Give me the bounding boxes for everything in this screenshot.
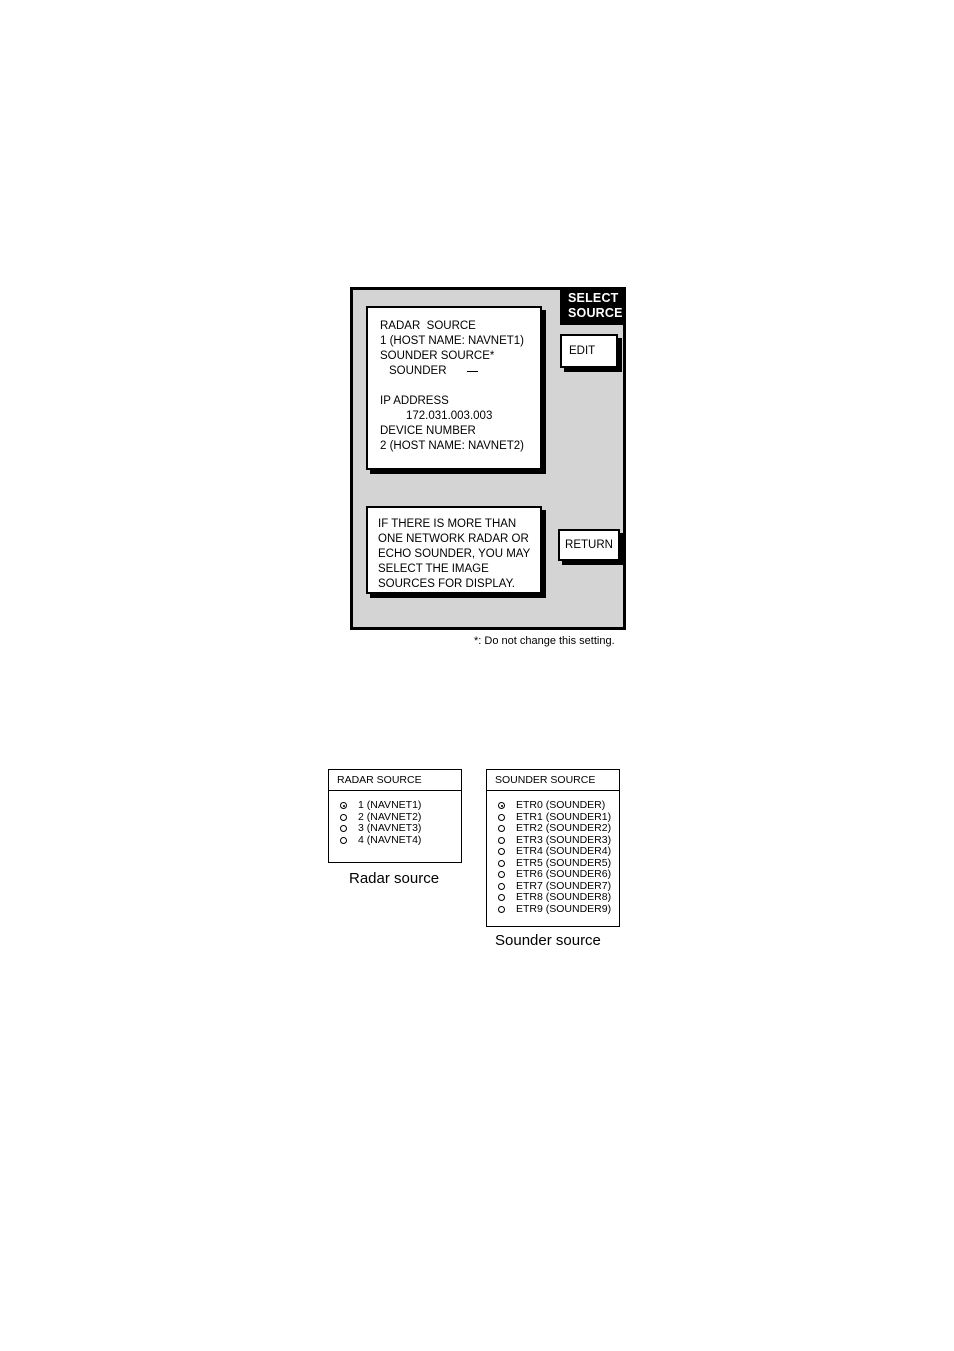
help-line: IF THERE IS MORE THAN (378, 518, 517, 530)
return-button[interactable]: RETURN (558, 529, 620, 561)
source-list-item[interactable]: ETR8 (SOUNDER8) (487, 891, 619, 904)
radio-unselected-icon[interactable] (498, 825, 505, 833)
source-list-item[interactable]: ETR6 (SOUNDER6) (487, 868, 619, 881)
radio-unselected-icon[interactable] (340, 813, 347, 821)
source-list-item[interactable]: ETR2 (SOUNDER2) (487, 822, 619, 835)
sounder-source-caption: Sounder source (495, 932, 601, 949)
source-list-item[interactable]: ETR9 (SOUNDER9) (487, 902, 619, 916)
radar-source-caption: Radar source (349, 870, 440, 887)
source-list-item-label: 3 (NAVNET3) (358, 822, 422, 834)
source-list-item[interactable]: 4 (NAVNET4) (329, 833, 461, 847)
sounder-source-row: SOUNDER (380, 364, 540, 379)
radar-source-list: 1 (NAVNET1) 2 (NAVNET2) 3 (NAVNET3) 4 (NAVN… (329, 791, 461, 846)
sounder-source-dialog: SOUNDER SOURCE ETR0 (SOUNDER) ETR1 (SOUND… (486, 769, 620, 927)
source-list-item-label: ETR9 (SOUNDER9) (516, 902, 612, 915)
source-list-item[interactable]: ETR0 (SOUNDER) (487, 799, 619, 812)
radio-selected-icon[interactable] (498, 802, 505, 810)
radio-unselected-icon[interactable] (498, 905, 505, 913)
radio-unselected-icon[interactable] (498, 813, 505, 821)
radar-source-label: RADAR SOURCE (380, 320, 476, 332)
text-cursor-icon (466, 371, 478, 372)
radio-unselected-icon[interactable] (340, 825, 347, 833)
radio-unselected-icon[interactable] (498, 871, 505, 879)
help-line: ECHO SOUNDER, YOU MAY (378, 548, 531, 560)
sounder-source-dialog-title: SOUNDER SOURCE (487, 770, 619, 791)
footnote: *: Do not change this setting. (474, 635, 615, 647)
device-number-value: 2 (HOST NAME: NAVNET2) (380, 440, 524, 452)
source-list-item-label: ETR2 (SOUNDER2) (516, 822, 612, 834)
sounder-source-label: SOUNDER SOURCE* (380, 350, 495, 362)
source-list-item-label: 1 (NAVNET1) (358, 799, 422, 811)
edit-button-label: EDIT (569, 345, 596, 357)
return-button-label: RETURN (565, 539, 613, 551)
sounder-source-value: SOUNDER (389, 365, 447, 377)
device-number-label: DEVICE NUMBER (380, 425, 476, 437)
source-list-item[interactable]: 3 (NAVNET3) (329, 822, 461, 835)
source-list-item-label: ETR0 (SOUNDER) (516, 799, 606, 811)
edit-button[interactable]: EDIT (560, 334, 618, 368)
radio-unselected-icon[interactable] (498, 836, 505, 844)
help-line: SOURCES FOR DISPLAY. (378, 578, 515, 590)
radar-source-dialog-title: RADAR SOURCE (329, 770, 461, 791)
radio-unselected-icon[interactable] (498, 894, 505, 902)
help-line: ONE NETWORK RADAR OR (378, 533, 529, 545)
help-line: SELECT THE IMAGE (378, 563, 489, 575)
radio-unselected-icon[interactable] (498, 882, 505, 890)
source-list-item-label: ETR6 (SOUNDER6) (516, 868, 612, 880)
source-list-item[interactable]: ETR4 (SOUNDER4) (487, 845, 619, 858)
source-list-item-label: 4 (NAVNET4) (358, 833, 422, 846)
source-list-item-label: ETR4 (SOUNDER4) (516, 845, 612, 857)
select-source-title: SELECT SOURCE (560, 287, 624, 325)
radio-unselected-icon[interactable] (498, 859, 505, 867)
select-source-title-line2: SOURCE (568, 306, 623, 320)
ip-address-value: 172.031.003.003 (406, 410, 493, 422)
sounder-source-list: ETR0 (SOUNDER) ETR1 (SOUNDER1) ETR2 (SOUND… (487, 791, 619, 915)
source-list-item-label: ETR8 (SOUNDER8) (516, 891, 612, 903)
radio-unselected-icon[interactable] (498, 848, 505, 856)
select-source-title-line1: SELECT (568, 291, 619, 305)
ip-address-label: IP ADDRESS (380, 395, 449, 407)
source-list-item[interactable]: 1 (NAVNET1) (329, 799, 461, 812)
radar-source-dialog: RADAR SOURCE 1 (NAVNET1) 2 (NAVNET2) 3 (NA… (328, 769, 462, 863)
source-status-box: RADAR SOURCE 1 (HOST NAME: NAVNET1) SOUN… (366, 306, 542, 470)
radio-selected-icon[interactable] (340, 802, 347, 810)
help-text-box: IF THERE IS MORE THAN ONE NETWORK RADAR … (366, 506, 542, 594)
radar-source-value: 1 (HOST NAME: NAVNET1) (380, 335, 524, 347)
radio-unselected-icon[interactable] (340, 836, 347, 844)
